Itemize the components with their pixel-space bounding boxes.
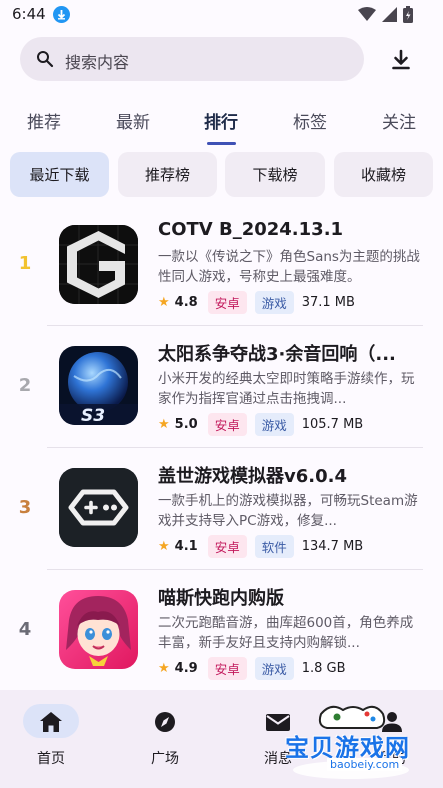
wifi-icon [358, 7, 376, 21]
svg-text:S3: S3 [81, 406, 105, 425]
gamepad-icon [59, 468, 138, 547]
download-icon [392, 49, 410, 70]
app-description: 二次元跑酷音游，曲库超600首，角色养成丰富，新手友好且支持内购解锁... [158, 615, 414, 651]
platform-badge: 安卓 [207, 534, 247, 558]
rank-number: 4 [18, 619, 32, 640]
app-title: 盖世游戏模拟器v6.0.4 [158, 466, 347, 487]
search-placeholder: 搜索内容 [65, 53, 130, 72]
chip-downloads[interactable]: 下载榜 [225, 152, 325, 197]
app-description: 一款以《传说之下》角色Sans为主题的挑战性同人游戏，号称史上最强难度。 [158, 249, 420, 285]
platform-badge: 安卓 [207, 656, 247, 680]
tab-following[interactable]: 关注 [382, 108, 416, 133]
app-meta: ★ 5.0 安卓 游戏 105.7 MB [158, 412, 364, 436]
list-item[interactable]: 3 盖世游戏模拟器v6.0.4 一款手机上的游戏模拟器，可畅玩Steam游戏并支… [0, 448, 443, 569]
search-input[interactable]: 搜索内容 [20, 37, 364, 81]
category-tabs: 推荐 最新 排行 标签 关注 [0, 100, 443, 148]
s3-planet-icon: S3 [59, 346, 138, 425]
app-size: 134.7 MB [301, 538, 364, 554]
category-badge: 游戏 [254, 290, 294, 314]
nav-plaza-label: 广场 [151, 751, 179, 767]
tab-indicator [207, 142, 236, 145]
rank-number: 2 [18, 375, 32, 396]
star-icon: ★ [158, 538, 170, 554]
platform-badge: 安卓 [207, 290, 247, 314]
app-meta: ★ 4.1 安卓 软件 134.7 MB [158, 534, 364, 558]
nav-home-label: 首页 [37, 751, 65, 767]
list-item[interactable]: 4 喵斯快跑内购版 二次元跑酷音游，曲库超600首，角色养成丰富，新手友好且支持… [0, 570, 443, 691]
battery-icon [403, 6, 413, 23]
app-meta: ★ 4.9 安卓 游戏 1.8 GB [158, 656, 346, 680]
app-description: 一款手机上的游戏模拟器，可畅玩Steam游戏并支持导入PC游戏，修复... [158, 493, 418, 529]
download-button[interactable] [385, 44, 417, 76]
tab-tags[interactable]: 标签 [293, 108, 327, 133]
home-icon [40, 712, 62, 732]
app-size: 37.1 MB [301, 294, 355, 310]
star-icon: ★ [158, 416, 170, 432]
chip-recommended[interactable]: 推荐榜 [118, 152, 217, 197]
search-icon [37, 51, 54, 68]
compass-icon [155, 712, 175, 732]
app-title: 太阳系争夺战3·余音回响（... [158, 344, 396, 365]
signal-icon [382, 7, 397, 22]
app-size: 105.7 MB [301, 416, 364, 432]
list-item[interactable]: 2 S3 太阳系争夺战3·余音回响（... 小米开发的经典太空即时策略手游续作，… [0, 326, 443, 447]
tab-recommend[interactable]: 推荐 [27, 108, 61, 133]
platform-badge: 安卓 [207, 412, 247, 436]
app-rating: 4.1 [174, 538, 198, 554]
nav-home[interactable]: 首页 [6, 690, 96, 788]
rank-number: 1 [18, 253, 32, 274]
status-icons [358, 6, 413, 23]
tab-ranking[interactable]: 排行 [204, 108, 238, 133]
star-icon: ★ [158, 294, 170, 310]
watermark-url: baobeiy.com [327, 758, 403, 771]
tab-latest[interactable]: 最新 [116, 108, 150, 133]
category-badge: 游戏 [254, 656, 294, 680]
chip-favorites[interactable]: 收藏榜 [334, 152, 433, 197]
site-watermark: 宝贝游戏网 baobeiy.com [255, 700, 443, 780]
app-title: COTV B_2024.13.1 [158, 219, 344, 240]
gamemaker-logo-icon [59, 225, 138, 304]
list-item[interactable]: 1 COTV B_2024.13.1 一款以《传说之下》角色Sans为主题的挑战… [0, 204, 443, 325]
app-description: 小米开发的经典太空即时策略手游续作，玩家作为指挥官通过点击拖拽调... [158, 371, 415, 407]
ranking-filter-chips: 最近下载 推荐榜 下载榜 收藏榜 [0, 152, 443, 198]
rank-number: 3 [18, 497, 32, 518]
status-bar: 6:44 [0, 0, 443, 32]
app-size: 1.8 GB [301, 660, 346, 676]
chip-recent-downloads[interactable]: 最近下载 [10, 152, 109, 197]
status-time: 6:44 [12, 5, 46, 23]
app-meta: ★ 4.8 安卓 游戏 37.1 MB [158, 290, 355, 314]
nav-plaza[interactable]: 广场 [120, 690, 210, 788]
category-badge: 软件 [254, 534, 294, 558]
anime-girl-icon [59, 590, 138, 669]
app-rating: 5.0 [174, 416, 198, 432]
app-title: 喵斯快跑内购版 [158, 588, 284, 609]
app-rating: 4.9 [174, 660, 198, 676]
star-icon: ★ [158, 660, 170, 676]
category-badge: 游戏 [254, 412, 294, 436]
download-notification-icon [53, 6, 70, 23]
app-rating: 4.8 [174, 294, 198, 310]
